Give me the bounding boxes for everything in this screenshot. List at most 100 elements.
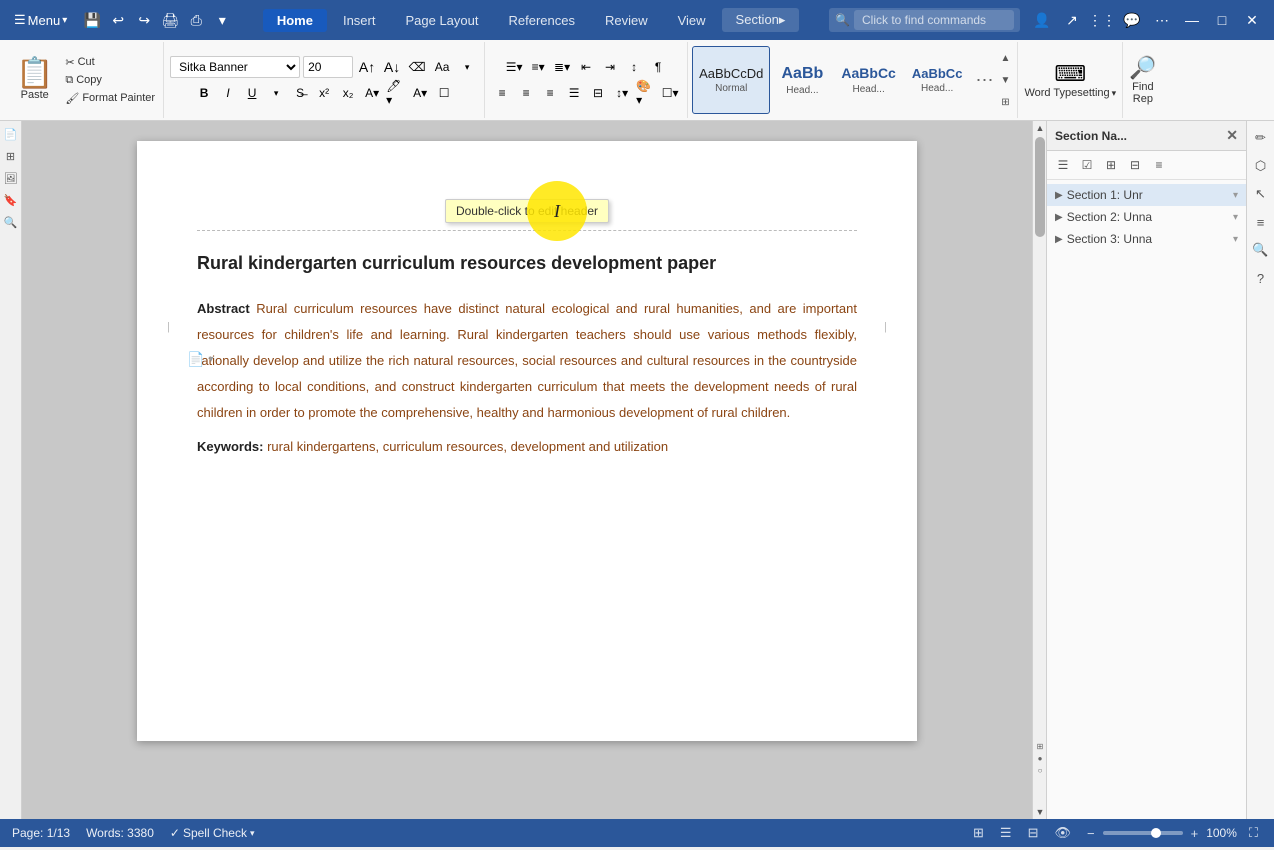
image-icon[interactable]: 🖼	[2, 169, 20, 187]
zoom-in-button[interactable]: +	[1187, 824, 1203, 843]
word-typesetting-button[interactable]: ⌨ Word Typesetting ▾	[1024, 61, 1116, 99]
scroll-control-1[interactable]: ⊞	[1035, 741, 1045, 751]
save-button[interactable]: 💾	[81, 9, 103, 31]
section-item-1[interactable]: ▶ Section 1: Unr ▾	[1047, 184, 1246, 206]
panel-tool-4[interactable]: ⊟	[1125, 155, 1145, 175]
font-size-input[interactable]	[303, 56, 353, 78]
more-button[interactable]: ▾	[211, 9, 233, 31]
scroll-down-button[interactable]: ▼	[1033, 805, 1047, 819]
line-spacing-button[interactable]: ↕▾	[611, 82, 633, 104]
panel-tool-1[interactable]: ☰	[1053, 155, 1073, 175]
panel-tool-2[interactable]: ☑	[1077, 155, 1097, 175]
bookmark-icon[interactable]: 🔖	[2, 191, 20, 209]
section-item-3[interactable]: ▶ Section 3: Unna ▾	[1047, 228, 1246, 250]
panel-close-button[interactable]: ✕	[1226, 127, 1238, 144]
format-painter-button[interactable]: 🖌 Format Painter	[61, 90, 159, 107]
style-normal[interactable]: AaBbCcDd Normal	[692, 46, 770, 114]
section-item-2[interactable]: ▶ Section 2: Unna ▾	[1047, 206, 1246, 228]
maximize-button[interactable]: □	[1208, 6, 1236, 34]
tab-home[interactable]: Home	[263, 9, 327, 32]
bold-button[interactable]: B	[193, 82, 215, 104]
document-icon[interactable]: 📄	[2, 125, 20, 143]
shading-button[interactable]: 🎨▾	[635, 82, 657, 104]
more-options-button[interactable]: ⋯	[1148, 6, 1176, 34]
sidebar-search-icon[interactable]: 🔍	[1250, 239, 1272, 261]
style-heading1[interactable]: AaBb Head...	[772, 46, 832, 114]
char-border-button[interactable]: ☐	[433, 82, 455, 104]
sidebar-shapes-icon[interactable]: ⬡	[1250, 155, 1272, 177]
style-heading2[interactable]: AaBbCc Head...	[834, 46, 902, 114]
search-left-icon[interactable]: 🔍	[2, 213, 20, 231]
align-center-button[interactable]: ≡	[515, 82, 537, 104]
justify-button[interactable]: ☰	[563, 82, 585, 104]
decrease-font-button[interactable]: A↓	[381, 56, 403, 78]
sort-button[interactable]: ↕	[623, 56, 645, 78]
sidebar-pen-icon[interactable]: ✏	[1250, 127, 1272, 149]
print-preview-button[interactable]: 🖨	[159, 9, 181, 31]
font-case-arrow[interactable]: ▾	[456, 56, 478, 78]
increase-font-button[interactable]: A↑	[356, 56, 378, 78]
sidebar-cursor-icon[interactable]: ↖	[1250, 183, 1272, 205]
char-shading-button[interactable]: A▾	[409, 82, 431, 104]
scroll-track[interactable]: ⊞ ● ○	[1033, 135, 1046, 805]
spell-check-status[interactable]: ✓ Spell Check ▾	[170, 826, 255, 840]
comment-button[interactable]: 💬	[1118, 6, 1146, 34]
underline-arrow[interactable]: ▾	[265, 82, 287, 104]
underline-button[interactable]: U	[241, 82, 263, 104]
view-normal-button[interactable]: ⊞	[969, 823, 988, 843]
sidebar-settings-icon[interactable]: ≡	[1250, 211, 1272, 233]
page-header[interactable]: I Double-click to edit header	[197, 191, 857, 231]
close-button[interactable]: ✕	[1238, 6, 1266, 34]
share-button[interactable]: ↗	[1058, 6, 1086, 34]
italic-button[interactable]: I	[217, 82, 239, 104]
increase-indent-button[interactable]: ⇥	[599, 56, 621, 78]
tab-view[interactable]: View	[664, 9, 720, 32]
styles-scroll-down[interactable]: ▼	[997, 70, 1013, 90]
tab-references[interactable]: References	[494, 9, 588, 32]
section-more-2[interactable]: ▾	[1233, 212, 1238, 223]
scroll-thumb[interactable]	[1035, 137, 1045, 237]
more-styles-button[interactable]: ⋯	[971, 68, 997, 93]
decrease-indent-button[interactable]: ⇤	[575, 56, 597, 78]
scroll-control-3[interactable]: ○	[1035, 765, 1045, 775]
section-more-3[interactable]: ▾	[1233, 234, 1238, 245]
scroll-up-button[interactable]: ▲	[1033, 121, 1047, 135]
panel-tool-3[interactable]: ⊞	[1101, 155, 1121, 175]
multilevel-list-button[interactable]: ≣▾	[551, 56, 573, 78]
section-more-1[interactable]: ▾	[1233, 190, 1238, 201]
copy-button[interactable]: ⧉ Copy	[61, 72, 159, 89]
show-marks-button[interactable]: ¶	[647, 56, 669, 78]
menu-button[interactable]: ☰ Menu ▾	[8, 8, 73, 32]
scroll-control-2[interactable]: ●	[1035, 753, 1045, 763]
search-input[interactable]	[854, 10, 1014, 30]
view-reading-button[interactable]: ☰	[996, 823, 1016, 843]
columns-button[interactable]: ⊟	[587, 82, 609, 104]
undo-button[interactable]: ↩	[107, 9, 129, 31]
view-outline-button[interactable]: 👁	[1050, 823, 1075, 843]
tab-section[interactable]: Section▸	[722, 8, 800, 32]
quick-print-button[interactable]: ⎙	[185, 9, 207, 31]
subscript-button[interactable]: x₂	[337, 82, 359, 104]
superscript-button[interactable]: x²	[313, 82, 335, 104]
zoom-slider[interactable]	[1103, 831, 1183, 835]
numbering-button[interactable]: ≡▾	[527, 56, 549, 78]
sidebar-help-icon[interactable]: ?	[1250, 267, 1272, 289]
highlight-button[interactable]: 🖊▾	[385, 82, 407, 104]
cut-button[interactable]: ✂ Cut	[61, 54, 159, 71]
clear-format-button[interactable]: ⌫	[406, 56, 428, 78]
align-left-button[interactable]: ≡	[491, 82, 513, 104]
view-options-button[interactable]: ⋮⋮	[1088, 6, 1116, 34]
view-web-button[interactable]: ⊟	[1024, 823, 1043, 843]
user-icon[interactable]: 👤	[1028, 6, 1056, 34]
fullscreen-button[interactable]: ⛶	[1245, 823, 1262, 843]
paste-button[interactable]: 📋 Paste	[8, 44, 61, 116]
bullets-button[interactable]: ☰▾	[503, 56, 525, 78]
styles-expand[interactable]: ⊞	[997, 92, 1013, 112]
styles-scroll-up[interactable]: ▲	[997, 48, 1013, 68]
style-heading3[interactable]: AaBbCc Head...	[905, 46, 970, 114]
redo-button[interactable]: ↪	[133, 9, 155, 31]
tab-review[interactable]: Review	[591, 9, 662, 32]
font-color-arrow[interactable]: A▾	[361, 82, 383, 104]
font-family-select[interactable]: Sitka Banner	[170, 56, 300, 78]
find-replace-button[interactable]: 🔎 Find Rep	[1129, 55, 1156, 105]
